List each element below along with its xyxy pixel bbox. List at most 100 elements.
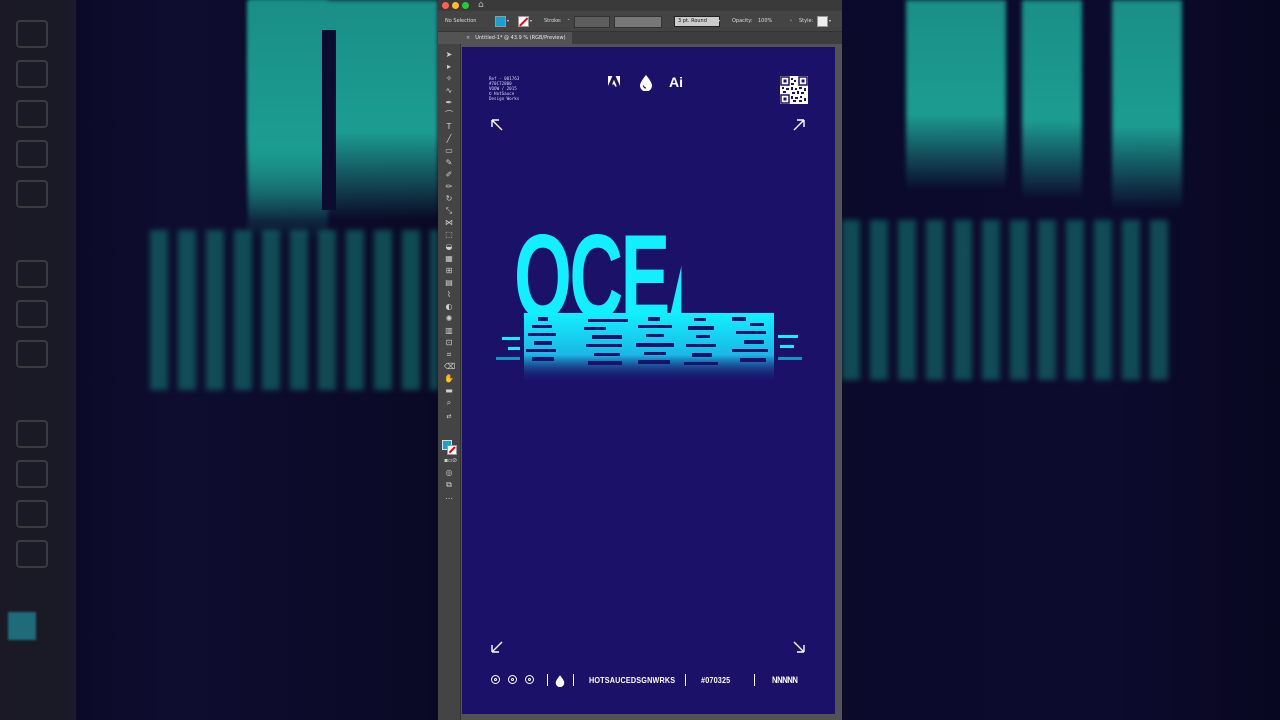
ghost-icon (16, 420, 48, 448)
mesh-tool-icon[interactable]: ⊞ (444, 266, 454, 275)
symbol-sprayer-tool-icon[interactable]: ✺ (444, 314, 454, 323)
free-transform-tool-icon[interactable]: ⬚ (444, 230, 454, 239)
curvature-tool-icon[interactable]: ⌒ (444, 110, 454, 119)
scale-tool-icon[interactable]: ⤡ (444, 206, 454, 215)
divider (754, 674, 755, 686)
brush-definition[interactable]: 3 pt. Round (674, 16, 720, 27)
ghost-icon (16, 100, 48, 128)
pen-tool-icon[interactable]: ✒ (444, 98, 454, 107)
pencil-tool-icon[interactable]: ✏ (444, 182, 454, 191)
ghost-icon (16, 260, 48, 288)
selection-status: No Selection (445, 18, 477, 24)
print-tiling-tool-icon[interactable]: ▬ (444, 386, 454, 395)
graphic-style-swatch[interactable] (817, 16, 828, 27)
ghost-icon (16, 460, 48, 488)
background-blur-right (842, 0, 1280, 720)
blur-letter-a-leg (1022, 0, 1082, 200)
ghost-icon (16, 140, 48, 168)
minimize-window-button[interactable] (452, 2, 459, 9)
stroke-weight-field[interactable] (574, 16, 610, 28)
title-bar: ⌂ (438, 0, 842, 11)
blur-letter-n (1112, 0, 1182, 210)
target-icon (525, 675, 534, 684)
paintbrush-tool-icon[interactable]: ✎ (444, 158, 454, 167)
type-tool-icon[interactable]: T (444, 122, 454, 131)
chevron-right-icon[interactable]: › (790, 18, 792, 24)
document-tab[interactable]: × Untitled-1* @ 43.9 % (RGB/Preview) (460, 32, 572, 44)
ocean-artwork[interactable]: OCEAN (496, 227, 802, 392)
control-bar: No Selection ▾ ▾ Stroke: ⌃ 3 pt. Round ▾… (438, 11, 842, 32)
style-label: Style: (799, 18, 814, 24)
slice-tool-icon[interactable]: ⌗ (444, 350, 454, 359)
ghost-icon (16, 340, 48, 368)
column-graph-tool-icon[interactable]: ▥ (444, 326, 454, 335)
target-icon (508, 675, 517, 684)
eyedropper-tool-icon[interactable]: ⌇ (444, 290, 454, 299)
zoom-tool-icon[interactable]: ⌕ (444, 398, 454, 407)
selection-tool-icon[interactable]: ➤ (444, 50, 454, 59)
stroke-label: Stroke: (544, 18, 562, 24)
drop-icon (555, 674, 565, 692)
ghost-icon (16, 540, 48, 568)
fill-swatch[interactable] (495, 16, 506, 27)
chevron-down-icon[interactable]: ▾ (530, 18, 532, 23)
artboard: Ref - 001763 #70C72800 VOOW / 2015 © Hot… (462, 47, 835, 714)
ocean-title: OCEAN (514, 227, 681, 319)
ghost-icon (16, 20, 48, 48)
line-tool-icon[interactable]: ╱ (444, 134, 454, 143)
blur-gap (322, 30, 336, 210)
variable-width-profile[interactable] (614, 16, 662, 28)
shape-builder-tool-icon[interactable]: ◒ (444, 242, 454, 251)
hand-tool-icon[interactable]: ✋ (444, 374, 454, 383)
ai-logo-text: Ai (669, 74, 683, 90)
screen-mode-icon[interactable]: ⧉ (444, 480, 454, 489)
blur-reflection-right (842, 220, 1172, 380)
stepper-icon[interactable]: ⌃ (567, 18, 570, 23)
swap-colors-icon[interactable]: ⇄ (444, 412, 454, 421)
rectangle-tool-icon[interactable]: ▭ (444, 146, 454, 155)
lasso-tool-icon[interactable]: ∿ (444, 86, 454, 95)
divider (685, 674, 686, 686)
tools-panel: ➤ ▸ ✧ ∿ ✒ ⌒ T ╱ ▭ ✎ ✐ ✏ ↻ ⤡ ⋈ ⬚ ◒ ▦ ⊞ ▤ … (438, 44, 461, 720)
divider (547, 674, 548, 686)
gradient-tool-icon[interactable]: ▤ (444, 278, 454, 287)
magic-wand-tool-icon[interactable]: ✧ (444, 74, 454, 83)
drawing-mode-icon[interactable]: ◎ (444, 468, 454, 477)
ghost-icon (16, 300, 48, 328)
arrow-up-right-icon (792, 117, 806, 131)
qr-code-icon (780, 76, 808, 104)
stroke-color-icon[interactable] (447, 445, 457, 455)
home-icon[interactable]: ⌂ (478, 0, 484, 10)
perspective-grid-tool-icon[interactable]: ▦ (444, 254, 454, 263)
target-icon (491, 675, 500, 684)
blend-tool-icon[interactable]: ◐ (444, 302, 454, 311)
shaper-tool-icon[interactable]: ✐ (444, 170, 454, 179)
meta-info-text: Ref - 001763 #70C72800 VOOW / 2015 © Hot… (489, 76, 520, 101)
close-window-button[interactable] (442, 2, 449, 9)
direct-selection-tool-icon[interactable]: ▸ (444, 62, 454, 71)
divider (573, 674, 574, 686)
chevron-down-icon[interactable]: ▾ (718, 18, 720, 23)
opacity-value[interactable]: 100% (758, 18, 772, 24)
footer-brand-text: HOTSAUCEDSGNWRKS (589, 675, 676, 685)
chevron-down-icon[interactable]: ▾ (829, 18, 831, 23)
close-tab-icon[interactable]: × (466, 35, 470, 41)
blur-letter-o-edge (248, 0, 328, 240)
rotate-tool-icon[interactable]: ↻ (444, 194, 454, 203)
adobe-logo-icon (608, 76, 620, 90)
stroke-swatch[interactable] (518, 16, 529, 27)
blur-letter-a (906, 0, 1006, 190)
width-tool-icon[interactable]: ⋈ (444, 218, 454, 227)
artboard-tool-icon[interactable]: ⊡ (444, 338, 454, 347)
eraser-tool-icon[interactable]: ⌫ (444, 362, 455, 371)
opacity-label[interactable]: Opacity: (732, 18, 753, 24)
ocean-reflection (496, 313, 802, 383)
zoom-window-button[interactable] (462, 2, 469, 9)
arrow-down-right-icon (792, 639, 806, 653)
ghost-color-swatch (8, 612, 36, 640)
color-mode-icon[interactable]: ▪▫⊘ (444, 456, 457, 465)
edit-toolbar-icon[interactable]: ⋯ (444, 494, 454, 503)
arrow-down-left-icon (490, 639, 504, 653)
chevron-down-icon[interactable]: ▾ (507, 18, 509, 23)
background-blur-left (0, 0, 438, 720)
